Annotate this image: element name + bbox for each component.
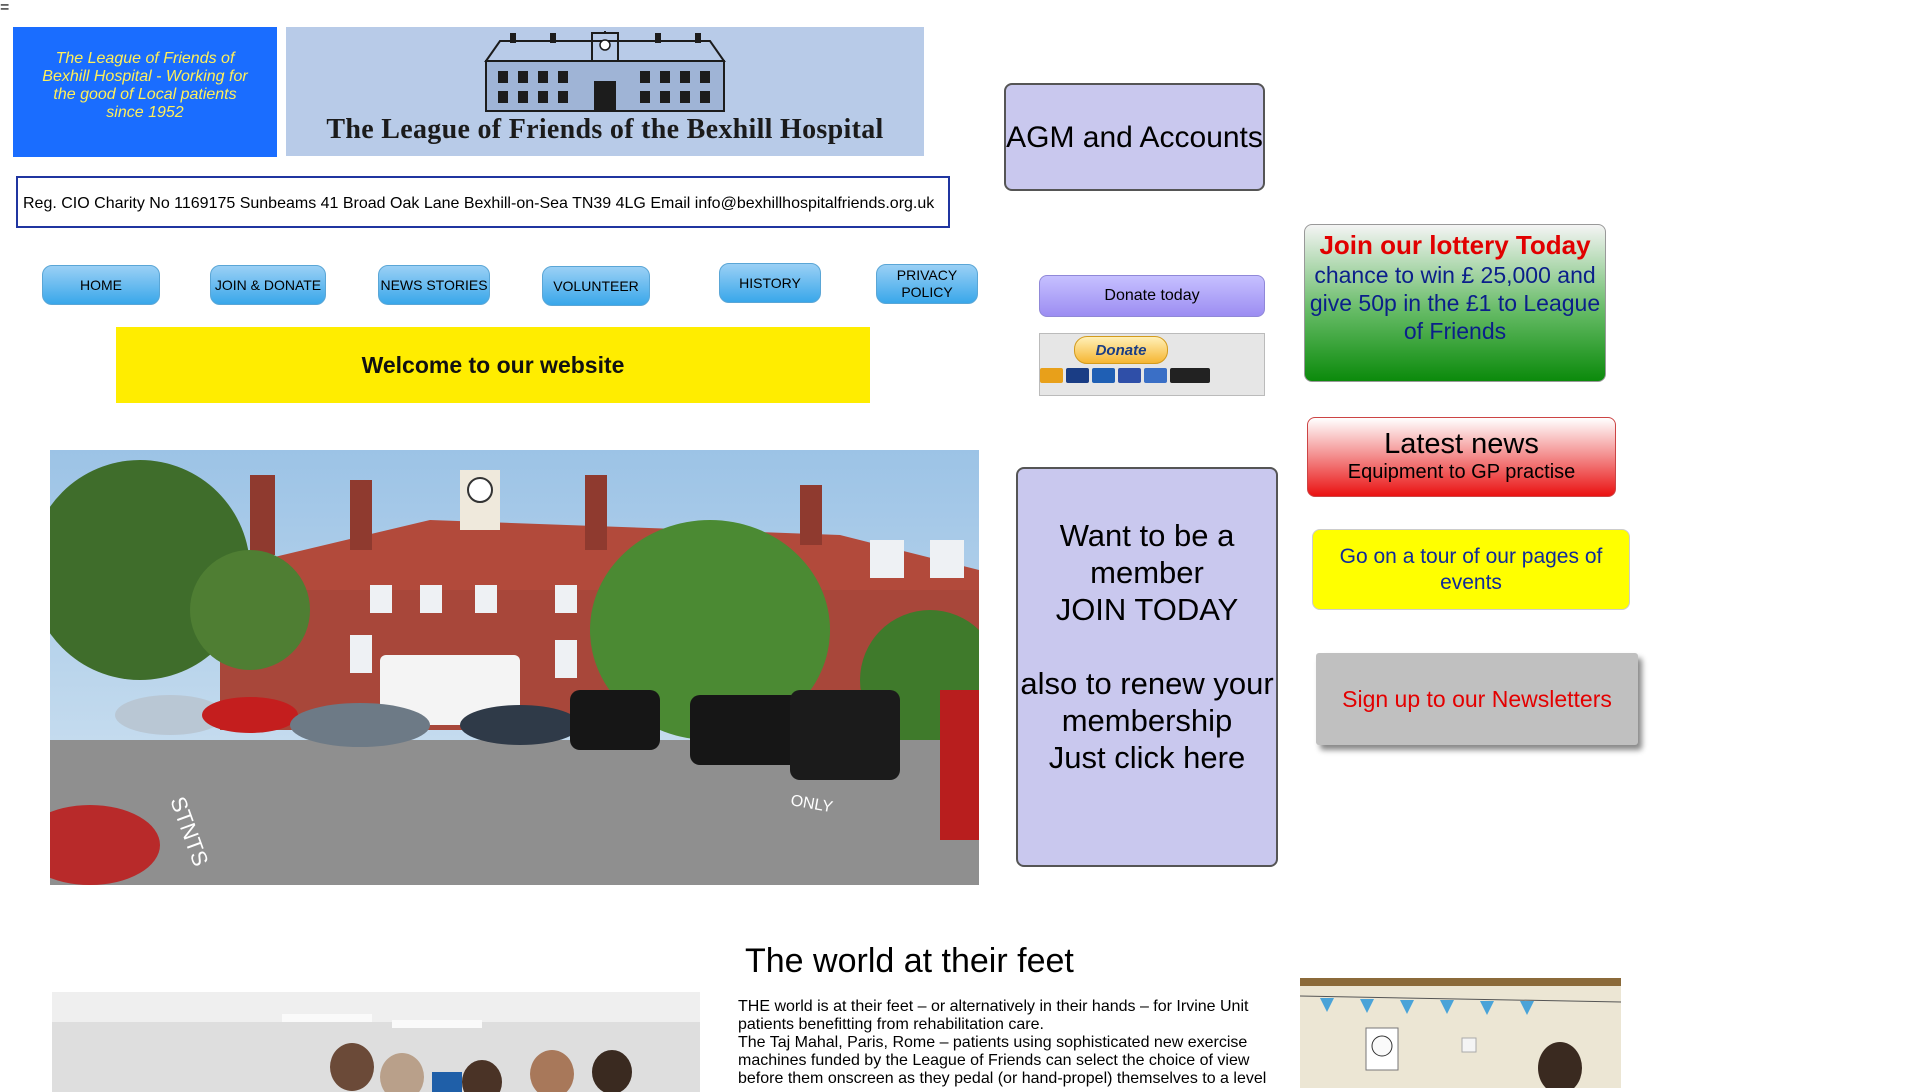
banner-title: The League of Friends of the Bexhill Hos… (326, 114, 884, 145)
tagline-box: The League of Friends of Bexhill Hospita… (13, 27, 277, 157)
hero-photo-illustration: ONLY STNTS (50, 450, 979, 885)
article-title: The world at their feet (745, 942, 1074, 980)
nav-home[interactable]: HOME (42, 265, 160, 305)
paypal-donate-panel: Donate (1039, 333, 1265, 396)
visa-electron-icon (1118, 368, 1141, 383)
lottery-body: chance to win £ 25,000 and give 50p in t… (1309, 262, 1601, 344)
membership-line-4: Just click here (1048, 740, 1246, 775)
donate-today-button[interactable]: Donate today (1039, 275, 1265, 317)
article-body: THE world is at their feet – or alternat… (738, 998, 1283, 1088)
nav-join-donate[interactable]: JOIN & DONATE (210, 265, 326, 305)
header-banner[interactable]: The League of Friends of the Bexhill Hos… (286, 27, 924, 156)
nav-privacy-policy[interactable]: PRIVACY POLICY (876, 264, 978, 304)
rehab-patients-photo (52, 992, 700, 1092)
paypal-donate-button[interactable]: Donate (1074, 336, 1168, 364)
agm-accounts-button[interactable]: AGM and Accounts (1004, 83, 1265, 191)
rehab-photo-illustration (52, 992, 700, 1092)
nav-volunteer[interactable]: VOLUNTEER (542, 266, 650, 306)
membership-line-2: JOIN TODAY (1055, 592, 1239, 627)
latest-news-heading: Latest news (1384, 428, 1539, 460)
membership-join-panel[interactable]: Want to be a member JOIN TODAY also to r… (1016, 467, 1278, 867)
hospital-building-illustration (484, 31, 726, 112)
membership-line-1: Want to be a member (1059, 518, 1235, 590)
tagline-text: The League of Friends of Bexhill Hospita… (42, 50, 248, 121)
visa-icon (1092, 368, 1115, 383)
maestro-icon (1066, 368, 1089, 383)
welcome-banner: Welcome to our website (116, 327, 870, 403)
lottery-heading: Join our lottery Today (1319, 230, 1591, 260)
rehab-room-photo (1300, 978, 1621, 1088)
hero-photo-hospital-car-show: ONLY STNTS (50, 450, 979, 885)
latest-news-sub: Equipment to GP practise (1347, 461, 1576, 483)
amex-icon (1144, 368, 1167, 383)
lottery-panel[interactable]: Join our lottery Today chance to win £ 2… (1304, 224, 1606, 382)
contact-info: Reg. CIO Charity No 1169175 Sunbeams 41 … (16, 176, 950, 228)
latest-news-panel[interactable]: Latest news Equipment to GP practise (1307, 417, 1616, 497)
direct-debit-icon (1170, 368, 1210, 383)
nav-news-stories[interactable]: NEWS STORIES (378, 265, 490, 305)
article-paragraph-1: THE world is at their feet – or alternat… (738, 998, 1249, 1033)
membership-line-3: also to renew your membership (1020, 666, 1274, 738)
stray-character: = (0, 0, 10, 16)
rehab-room-illustration (1300, 978, 1621, 1088)
newsletter-signup-button[interactable]: Sign up to our Newsletters (1316, 653, 1638, 745)
nav-history[interactable]: HISTORY (719, 263, 821, 303)
mastercard-icon (1040, 368, 1063, 383)
events-tour-button[interactable]: Go on a tour of our pages of events (1312, 529, 1630, 610)
